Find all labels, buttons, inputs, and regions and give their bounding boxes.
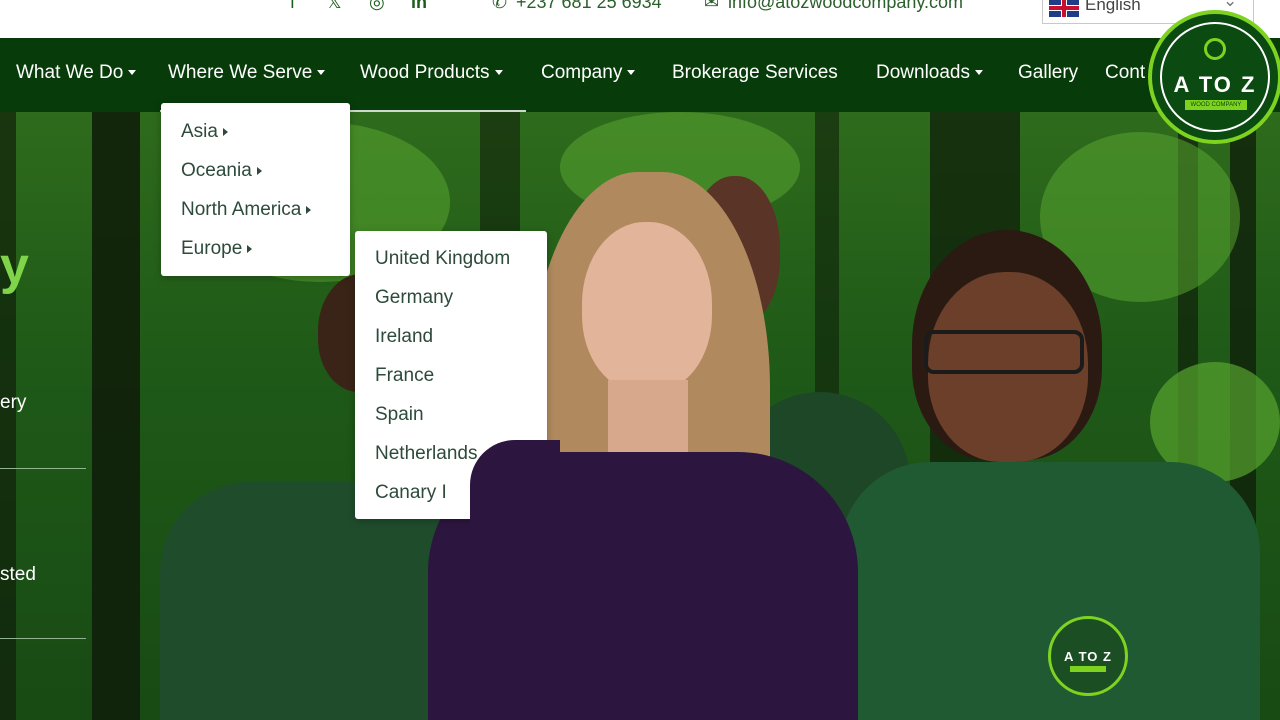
nav-brokerage-services[interactable]: Brokerage Services	[672, 62, 838, 84]
submenu-item-spain[interactable]: Spain	[375, 404, 424, 426]
phone-icon: ✆	[492, 0, 508, 12]
tree-ring-icon	[1204, 38, 1226, 60]
atoz-logo[interactable]: A TO Z WOOD COMPANY	[1148, 10, 1280, 144]
presenter-shoulder	[470, 440, 560, 530]
hero-text-fragment: sted	[0, 564, 36, 585]
where-we-serve-dropdown: Asia Oceania North America Europe	[161, 103, 350, 276]
uk-flag-icon	[1049, 0, 1079, 17]
caret-down-icon	[627, 70, 636, 76]
nav-where-we-serve[interactable]: Where We Serve	[168, 62, 326, 84]
hero-heading-fragment: y	[0, 237, 29, 295]
submenu-item-ireland[interactable]: Ireland	[375, 326, 433, 348]
email-icon: ✉	[704, 0, 720, 12]
glasses-icon	[924, 330, 1084, 374]
submenu-item-netherlands[interactable]: Netherlands	[375, 443, 477, 465]
divider	[0, 468, 86, 469]
tree-trunk	[0, 112, 16, 720]
logo-subtext: WOOD COMPANY	[1185, 100, 1247, 110]
main-navigation: What We Do Where We Serve Wood Products …	[0, 38, 1280, 112]
caret-right-icon	[222, 127, 228, 136]
nav-gallery[interactable]: Gallery	[1018, 62, 1078, 84]
caret-right-icon	[256, 166, 262, 175]
nav-contact[interactable]: Cont	[1105, 62, 1145, 84]
nav-wood-products[interactable]: Wood Products	[360, 62, 503, 84]
menu-item-asia[interactable]: Asia	[181, 121, 228, 143]
tree-trunk	[92, 112, 140, 720]
menu-item-europe[interactable]: Europe	[181, 238, 253, 260]
caret-down-icon	[975, 70, 983, 76]
language-label: English	[1085, 0, 1141, 14]
submenu-item-canary-islands[interactable]: Canary I	[375, 482, 447, 504]
menu-item-oceania[interactable]: Oceania	[181, 160, 262, 182]
menu-item-north-america[interactable]: North America	[181, 199, 312, 221]
hero-text-fragment: ery	[0, 392, 27, 413]
top-contact-bar: f 𝕏 ◎ in ✆ +237 681 25 6934 ✉ info@atozw…	[0, 0, 1280, 38]
nav-company[interactable]: Company	[541, 62, 636, 84]
nav-what-we-do[interactable]: What We Do	[16, 62, 137, 84]
logo-text: A TO Z	[1173, 72, 1257, 97]
phone-number[interactable]: +237 681 25 6934	[516, 0, 662, 13]
caret-down-icon	[128, 70, 137, 76]
submenu-item-united-kingdom[interactable]: United Kingdom	[375, 248, 510, 270]
divider	[0, 638, 86, 639]
caret-right-icon	[247, 244, 253, 253]
caret-right-icon	[306, 205, 312, 214]
caret-down-icon	[317, 70, 326, 76]
facebook-icon[interactable]: f	[290, 0, 295, 13]
submenu-item-france[interactable]: France	[375, 365, 434, 387]
instagram-icon[interactable]: ◎	[369, 0, 385, 13]
shirt-logo-badge: A TO Z	[1048, 616, 1128, 696]
badge-text: A TO Z	[1064, 649, 1112, 664]
linkedin-icon[interactable]: in	[411, 0, 427, 13]
x-twitter-icon[interactable]: 𝕏	[327, 0, 342, 13]
nav-downloads[interactable]: Downloads	[876, 62, 983, 84]
caret-down-icon	[494, 70, 503, 76]
chevron-down-icon: ⌄	[1223, 0, 1238, 10]
submenu-item-germany[interactable]: Germany	[375, 287, 453, 309]
email-address[interactable]: info@atozwoodcompany.com	[728, 0, 963, 13]
